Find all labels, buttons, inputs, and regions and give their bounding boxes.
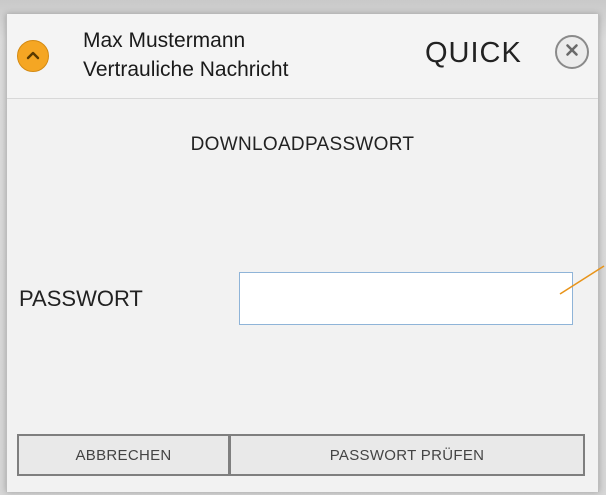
password-input[interactable] — [239, 272, 573, 325]
message-panel: Max Mustermann Vertrauliche Nachricht QU… — [6, 14, 599, 492]
password-label: PASSWORT — [19, 286, 143, 311]
check-password-button[interactable]: PASSWORT PRÜFEN — [230, 434, 585, 476]
close-button[interactable] — [555, 35, 589, 69]
close-icon — [565, 43, 579, 62]
sender-info: Max Mustermann Vertrauliche Nachricht — [83, 26, 288, 84]
chevron-up-icon — [26, 47, 40, 65]
collapse-button[interactable] — [17, 40, 49, 72]
sender-name: Max Mustermann — [83, 29, 246, 52]
section-title: DOWNLOADPASSWORT — [190, 134, 415, 155]
button-row: ABBRECHEN PASSWORT PRÜFEN — [17, 434, 585, 476]
cancel-button[interactable]: ABBRECHEN — [17, 434, 230, 476]
brand-label: QUICK — [425, 37, 522, 69]
panel-header: Max Mustermann Vertrauliche Nachricht QU… — [7, 14, 598, 99]
message-subtitle: Vertrauliche Nachricht — [83, 58, 289, 81]
